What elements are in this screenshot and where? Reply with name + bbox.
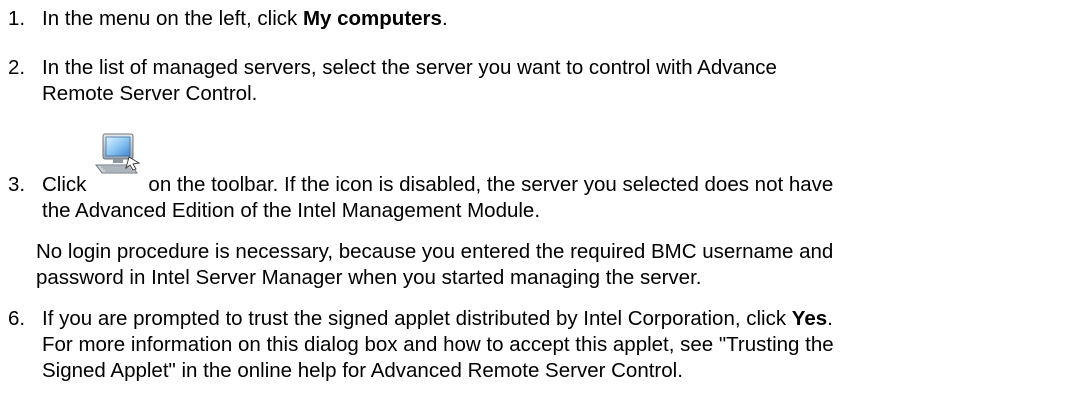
step-text: Click [42, 173, 87, 196]
step-3: 3. Click on the toolbar. If the icon is di… [8, 172, 1088, 224]
step-text-end: . [827, 307, 833, 330]
note-line-2: password in Intel Server Manager when yo… [36, 266, 702, 289]
note-line-1: No login procedure is necessary, because… [36, 240, 834, 263]
step-6: 6. If you are prompted to trust the signe… [8, 306, 1088, 384]
step-text: In the menu on the left, click [42, 7, 303, 30]
step-text-end: . [441, 7, 448, 30]
step-number: 1. [8, 7, 26, 30]
step-number: 6. [8, 307, 26, 330]
note-paragraph: No login procedure is necessary, because… [36, 239, 1086, 291]
step-text-continued: Remote Server Control. [42, 82, 258, 105]
button-reference: Yes [791, 307, 828, 330]
menu-item-reference: My computers [302, 7, 442, 30]
step-1: 1. In the menu on the left, click My comp… [8, 6, 1088, 32]
step-number: 2. [8, 56, 26, 79]
step-text: If you are prompted to trust the signed … [42, 307, 792, 330]
step-2: 2. In the list of managed servers, select… [8, 55, 1088, 107]
step-text-continued: the Advanced Edition of the Intel Manage… [42, 199, 541, 222]
step-text: In the list of managed servers, select t… [42, 56, 777, 79]
step-text-continued-2: Signed Applet" in the online help for Ad… [42, 359, 683, 382]
computer-remote-icon [95, 133, 141, 174]
instructions-page: 1. In the menu on the left, click My comp… [0, 0, 1091, 412]
step-number: 3. [8, 173, 26, 196]
step-text-continued-1: For more information on this dialog box … [42, 333, 834, 356]
step-text-after-icon: on the toolbar. If the icon is disabled,… [148, 173, 834, 196]
